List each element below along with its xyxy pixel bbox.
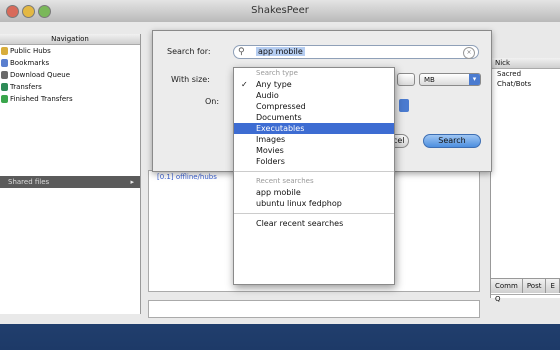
search-type-item[interactable]: Movies [234,145,394,156]
recent-searches-list: app mobile ubuntu linux fedphop [234,187,394,209]
search-type-label: Audio [256,91,279,100]
search-type-label: Executables [256,124,305,133]
expand-arrow-icon[interactable]: ▸ [130,176,134,188]
size-value-field[interactable] [397,73,415,86]
user-filter-field[interactable]: Q [491,294,560,307]
sidebar-item[interactable]: Transfers [0,81,140,93]
filter-icon: Q [495,295,501,303]
search-type-label: Folders [256,157,285,166]
results-link[interactable]: [0.1] offline/hubs [157,173,217,181]
chevron-down-icon: ▾ [469,74,480,85]
navigation-panel: Navigation Public Hubs Bookmarks Download … [0,34,141,314]
search-type-item[interactable]: Documents [234,112,394,123]
search-type-item[interactable]: Compressed [234,101,394,112]
size-unit-value: MB [424,76,435,84]
sidebar-item-label: Download Queue [10,71,71,79]
search-type-label: Documents [256,113,302,122]
sidebar-item[interactable]: Bookmarks [0,57,140,69]
search-type-item[interactable]: ✓ Any type [234,79,394,90]
menu-separator [234,171,394,172]
tab-comm[interactable]: Comm [491,279,523,293]
tab-e[interactable]: E [546,279,560,293]
recent-search-item[interactable]: app mobile [234,187,394,198]
shared-files-bar[interactable]: Shared files ▸ [0,176,140,188]
user-list-panel: Nick Sacred Chat/Bots Comm Post E Q [490,58,560,303]
search-for-label: Search for: [167,47,211,56]
nav-item-icon [1,83,8,91]
user-row[interactable]: Chat/Bots [491,79,560,89]
user-list: Sacred Chat/Bots [491,69,560,89]
nav-item-icon [1,59,8,67]
size-unit-select[interactable]: MB ▾ [419,73,481,86]
sidebar-item-label: Finished Transfers [10,95,73,103]
shared-files-label: Shared files [8,178,50,186]
with-size-label: With size: [171,75,210,84]
search-type-list: ✓ Any type Audio Compressed Documents Executa… [234,79,394,167]
search-type-item[interactable]: Folders [234,156,394,167]
navigation-list: Public Hubs Bookmarks Download Queue Transf… [0,45,140,105]
search-type-menu: Search type ✓ Any type Audio Compressed Docu… [233,67,395,285]
sidebar-item[interactable]: Finished Transfers [0,93,140,105]
sidebar-item[interactable]: Public Hubs [0,45,140,57]
search-type-label: Any type [256,80,292,89]
search-field[interactable]: ⚲ app mobile × [233,45,479,59]
search-type-label: Images [256,135,286,144]
checkmark-icon: ✓ [241,80,248,89]
clear-recent-searches-item[interactable]: Clear recent searches [234,218,394,229]
title-bar: ShakesPeer [0,0,560,23]
recent-searches-header: Recent searches [256,177,314,185]
search-type-label: Compressed [256,102,306,111]
status-field[interactable] [148,300,480,318]
search-icon: ⚲ [238,47,245,57]
nav-item-icon [1,95,8,103]
sidebar-item-label: Transfers [10,83,42,91]
sidebar-item-label: Public Hubs [10,47,51,55]
tab-post[interactable]: Post [523,279,547,293]
sidebar-item[interactable]: Download Queue [0,69,140,81]
window-title: ShakesPeer [251,5,309,16]
right-tabs: Comm Post E [491,278,560,293]
recent-search-item[interactable]: ubuntu linux fedphop [234,198,394,209]
search-type-item[interactable]: Images [234,134,394,145]
search-type-item[interactable]: Audio [234,90,394,101]
user-row[interactable]: Sacred [491,69,560,79]
sidebar-item-label: Bookmarks [10,59,50,67]
search-type-item[interactable]: Executables [234,123,394,134]
navigation-header: Navigation [0,34,140,45]
search-button[interactable]: Search [423,134,481,148]
clear-search-icon[interactable]: × [463,47,475,59]
search-type-header: Search type [256,69,298,77]
search-type-label: Movies [256,146,284,155]
menu-separator [234,213,394,214]
nav-item-icon [1,71,8,79]
on-label: On: [205,97,220,106]
hub-select-stepper[interactable] [399,99,409,112]
nav-item-icon [1,47,8,55]
nick-column-header[interactable]: Nick [491,58,560,69]
search-field-value: app mobile [256,47,305,56]
